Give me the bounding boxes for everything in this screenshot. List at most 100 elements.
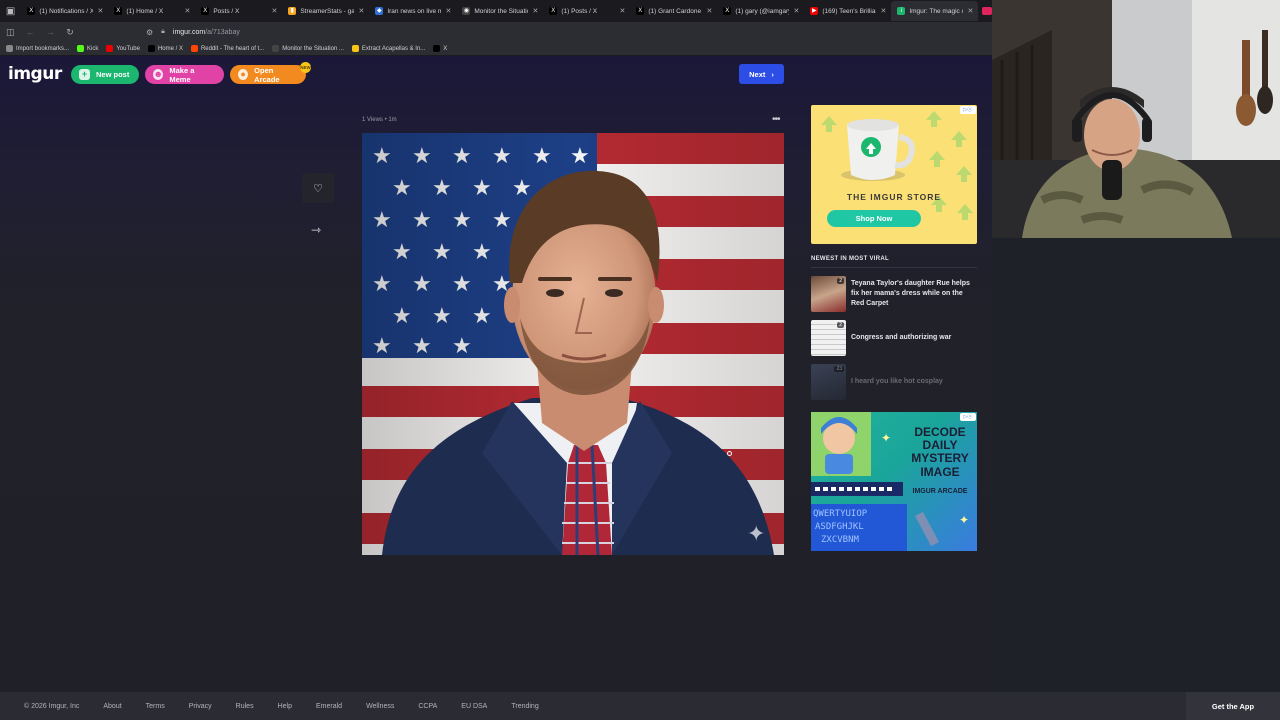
x-icon [147,45,155,52]
browser-tab[interactable]: X (1) Home / X ✕ [108,1,195,21]
reddit-icon [190,45,198,52]
imgur-store-ad[interactable]: ▷ⓧ THE IMGUR STORE Shop Now [811,105,977,244]
svg-text:QWERTYUIOP: QWERTYUIOP [813,509,868,519]
post-image[interactable]: ★★★★★★ ★★★★★ ★★★★★★ ★★★★★ ★★★★★★ ★★★★★ ★… [362,133,784,555]
close-tab-icon[interactable]: ✕ [706,7,712,15]
overflow-tab-icon[interactable] [982,7,992,15]
footer-link-wellness[interactable]: Wellness [366,703,394,710]
browser-tab[interactable]: iImgur: The magic of t ✕ [891,1,979,21]
browser-tab-title: (169) Teen's Brilliant I [822,7,876,15]
close-tab-icon[interactable]: ✕ [967,7,973,15]
viral-post-title: I heard you like hot cosplay [851,378,943,386]
make-a-meme-button[interactable]: ☻ Make a Meme [145,65,224,84]
bookmark-item[interactable]: YouTube [106,45,140,52]
close-tab-icon[interactable]: ✕ [793,7,799,15]
ad-choices-icon[interactable]: ▷ⓧ [960,413,976,421]
bookmark-item[interactable]: Extract Acapellas & In... [351,45,425,52]
browser-tab[interactable]: X(1) gary (@iamgarydo ✕ [717,1,804,21]
close-tab-icon[interactable]: ✕ [445,7,451,15]
bookmark-item[interactable]: Kick [77,45,98,52]
arcade-new-badge: NEW [300,62,311,73]
tab-actions-menu-icon[interactable]: ▣ [0,0,21,22]
forward-icon[interactable]: → [46,27,55,37]
favorite-heart-icon[interactable]: ♡ [302,173,334,203]
footer-link-emerald[interactable]: Emerald [316,703,342,710]
imgur-top-nav: imgur + New post ☻ Make a Meme ● Open Ar… [0,56,992,92]
footer-link-rules[interactable]: Rules [236,703,254,710]
close-tab-icon[interactable]: ✕ [271,7,277,15]
footer-link-eu-dsa[interactable]: EU DSA [461,703,487,710]
svg-text:✦: ✦ [959,513,969,527]
monitor-icon: ◉ [462,7,471,15]
browser-tab[interactable]: X (1) Posts / X ✕ [543,1,630,21]
viral-post-item[interactable]: 2 Congress and authorizing war [811,320,977,356]
browser-tab[interactable]: X Posts / X ✕ [195,1,282,21]
shop-now-button[interactable]: Shop Now [827,210,921,227]
map-icon: ◆ [375,7,384,15]
svg-text:ASDFGHJKL: ASDFGHJKL [815,522,864,532]
share-arrow-icon[interactable]: ⇾ [311,223,321,237]
footer-link-trending[interactable]: Trending [511,703,538,710]
close-tab-icon[interactable]: ✕ [184,7,190,15]
close-tab-icon[interactable]: ✕ [97,7,103,15]
reload-icon[interactable]: ↻ [66,27,74,38]
next-post-button[interactable]: Next › [739,64,784,84]
plus-icon: + [79,69,90,80]
close-tab-icon[interactable]: ✕ [532,7,538,15]
more-options-icon[interactable]: ••• [772,114,780,125]
svg-text:✦: ✦ [747,522,765,547]
browser-tab-title: (1) Posts / X [561,7,598,15]
lock-icon: 🔒︎ [161,28,165,35]
close-tab-icon[interactable]: ✕ [619,7,625,15]
gamepad-icon: ● [238,69,249,80]
store-ad-title: THE IMGUR STORE [846,192,942,202]
make-a-meme-label: Make a Meme [169,65,195,84]
sidebar-toggle-icon[interactable]: ◫ [6,27,15,38]
arcade-ad-headline: DECODE DAILY MYSTERY IMAGE [911,425,969,479]
bookmark-item[interactable]: Home / X [147,45,183,52]
bookmark-item[interactable]: Reddit - The heart of t... [190,45,264,52]
footer-link-terms[interactable]: Terms [146,703,165,710]
new-post-button[interactable]: + New post [71,65,139,84]
bookmark-label: Monitor the Situation ... [282,45,344,52]
browser-tab[interactable]: ▶(169) Teen's Brilliant I ✕ [804,1,891,21]
footer-link-privacy[interactable]: Privacy [189,703,212,710]
imgur-footer: © 2026 Imgur, Inc About Terms Privacy Rules… [0,692,1280,720]
bookmark-item[interactable]: Import bookmarks... [6,45,69,52]
open-arcade-label: Open Arcade [254,65,280,84]
imgur-page: imgur + New post ☻ Make a Meme ● Open Ar… [0,56,992,692]
url-host: imgur.com [172,28,206,36]
browser-tab[interactable]: ◆Iran news on live map✕ [369,1,456,21]
viral-post-thumbnail: 2 [811,320,846,356]
chevron-right-icon: › [771,69,774,79]
viral-post-item[interactable]: 2 Teyana Taylor's daughter Rue helps fix… [811,276,977,312]
mouse-cursor [727,451,732,456]
viral-post-thumbnail: 23 [811,364,846,400]
imgur-logo[interactable]: imgur [8,64,62,84]
get-the-app-button[interactable]: Get the App [1186,692,1280,720]
browser-tab[interactable]: ◉ Monitor the Situation ✕ [456,1,543,21]
browser-tab[interactable]: X(1) Grant Cardone on ✕ [630,1,717,21]
webcam-overlay [992,0,1280,238]
x-icon: X [723,7,732,15]
browser-tab[interactable]: ▮StreamerStats - garyd✕ [282,1,369,21]
close-tab-icon[interactable]: ✕ [880,7,886,15]
bookmark-item[interactable]: Monitor the Situation ... [272,45,344,52]
footer-link-ccpa[interactable]: CCPA [418,703,437,710]
viral-post-count: 2 [837,278,844,284]
viral-post-title: Congress and authorizing war [851,334,952,342]
close-tab-icon[interactable]: ✕ [358,7,364,15]
footer-link-help[interactable]: Help [278,703,292,710]
browser-tab[interactable]: X (1) Notifications / X ✕ [21,1,108,21]
ad-choices-icon[interactable]: ▷ⓧ [960,106,976,114]
bookmark-item[interactable]: X [433,45,447,52]
back-icon[interactable]: ← [26,27,35,37]
viral-post-item[interactable]: 23 I heard you like hot cosplay [811,364,977,400]
imgur-icon: i [897,7,906,15]
site-info-icon[interactable]: ⚙ [146,28,153,37]
imgur-arcade-ad[interactable]: QWERTYUIOP ASDFGHJKL ZXCVBNM ✦ ✦ ▷ⓧ DECO… [811,412,977,551]
open-arcade-button[interactable]: ● Open Arcade [230,65,306,84]
footer-link-about[interactable]: About [103,703,121,710]
url-field[interactable]: ⚙ 🔒︎ imgur.com/a/713abay [146,28,240,37]
x-icon [433,45,441,52]
